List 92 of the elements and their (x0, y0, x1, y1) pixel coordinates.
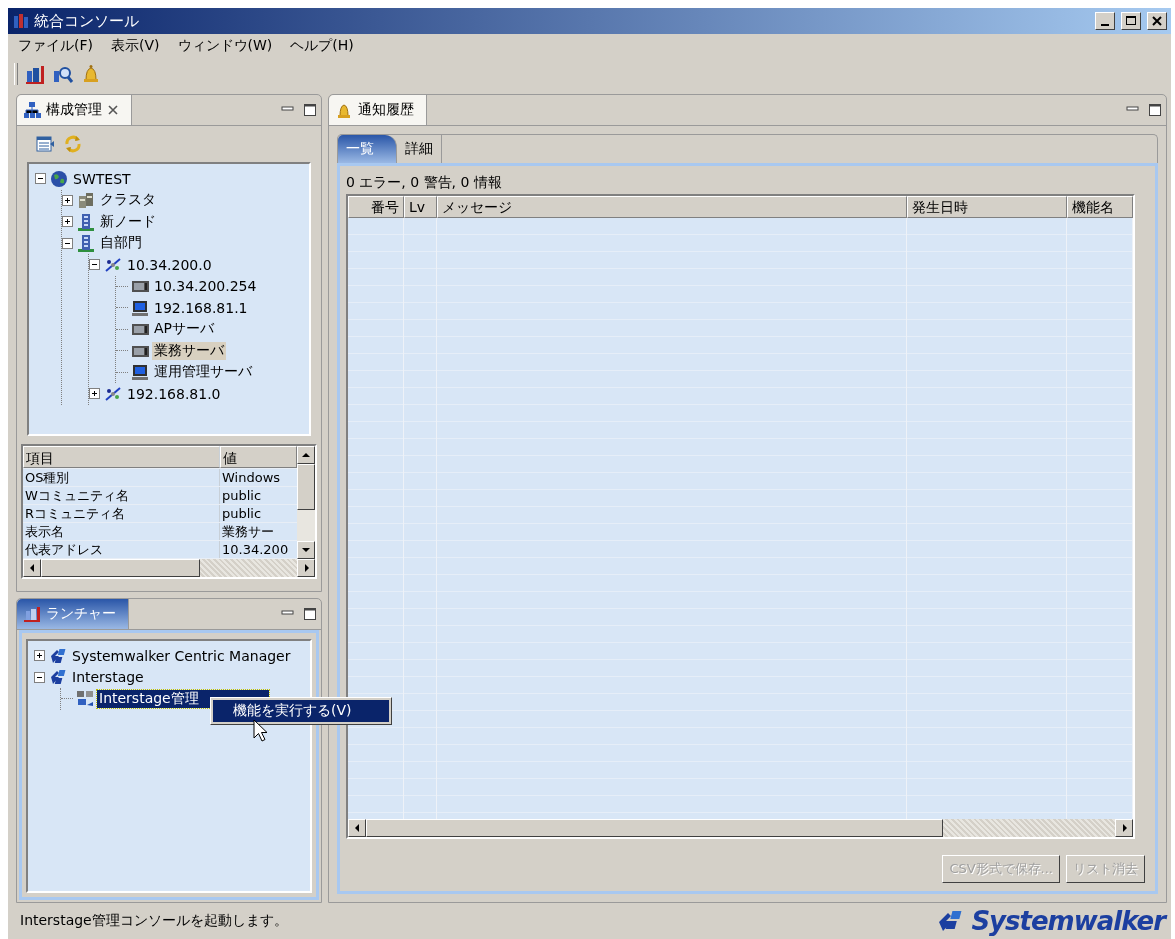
view-tab[interactable]: ランチャー (17, 599, 129, 629)
tab[interactable]: 詳細 (397, 135, 442, 163)
tree-item[interactable]: 自部門 (98, 234, 144, 253)
scrollbar[interactable] (348, 819, 1133, 837)
scroll-left-button[interactable] (23, 559, 41, 577)
network-icon (104, 384, 122, 403)
maximize-button[interactable] (1148, 103, 1162, 117)
cluster-icon (77, 191, 95, 210)
tab-label: ランチャー (46, 605, 116, 623)
scroll-right-button[interactable] (297, 559, 315, 577)
tree-item[interactable]: 10.34.200.254 (152, 278, 259, 295)
scroll-up-button[interactable] (297, 446, 315, 464)
minimize-icon (1101, 24, 1109, 26)
monitor-icon (131, 363, 149, 382)
scrollbar[interactable] (297, 446, 315, 559)
scroll-down-button[interactable] (297, 541, 315, 559)
status-message: Interstage管理コンソールを起動します。 (20, 912, 288, 930)
column-header[interactable]: 発生日時 (907, 196, 1067, 218)
menu-item[interactable]: 表示(V) (111, 37, 160, 55)
expand-toggle[interactable] (34, 650, 45, 662)
table-cell-text: 業務サー (221, 523, 275, 540)
building-icon (77, 212, 95, 231)
column-header[interactable]: Lv (404, 196, 437, 218)
column-header[interactable]: 値 (220, 446, 297, 468)
list-view-icon[interactable] (35, 134, 55, 154)
view-tab[interactable]: 構成管理 (17, 95, 132, 125)
table-cell: OS種別 (23, 469, 220, 486)
column-header[interactable]: 項目 (23, 446, 220, 468)
monitor-icon (131, 298, 149, 317)
expand-toggle[interactable] (89, 259, 100, 271)
tree-item[interactable]: SWTEST (71, 170, 133, 187)
scrollbar-thumb[interactable] (366, 819, 943, 837)
network-icon (104, 255, 122, 274)
hierarchy-icon (23, 101, 41, 119)
menu-item[interactable]: ウィンドウ(W) (177, 37, 273, 55)
maximize-icon (1124, 14, 1138, 28)
column-header[interactable]: 番号 (348, 196, 404, 218)
tree-item[interactable]: 192.168.81.1 (152, 299, 250, 316)
expand-toggle[interactable] (62, 237, 73, 249)
tree-item[interactable]: Systemwalker Centric Manager (70, 647, 293, 664)
maximize-button[interactable] (303, 607, 317, 621)
table-cell: Rコミュニティ名 (23, 505, 220, 522)
close-icon[interactable] (107, 104, 119, 116)
table-cell-text: public (221, 487, 263, 504)
scroll-left-button[interactable] (348, 819, 366, 837)
building-icon (77, 234, 95, 253)
product-logo-icon (49, 668, 67, 687)
menu-item[interactable]: ヘルプ(H) (290, 37, 354, 55)
scrollbar-thumb[interactable] (41, 559, 200, 577)
console-icon (76, 689, 94, 708)
summary-text: 0 エラー, 0 警告, 0 情報 (346, 173, 503, 192)
table-cell-text: public (221, 505, 263, 522)
table-cell: 代表アドレス (23, 541, 220, 558)
table-cell: 表示名 (23, 523, 220, 540)
tree-item[interactable]: クラスタ (98, 191, 158, 210)
scrollbar-thumb[interactable] (297, 464, 315, 511)
menu-item[interactable]: 機能を実行する(V) (213, 700, 389, 722)
globe-icon (50, 169, 68, 188)
expand-toggle[interactable] (62, 194, 73, 206)
expand-toggle[interactable] (35, 173, 46, 185)
expand-toggle[interactable] (34, 671, 45, 683)
minimize-button[interactable] (1095, 12, 1115, 30)
scroll-right-button[interactable] (1115, 819, 1133, 837)
column-header[interactable]: メッセージ (437, 196, 907, 218)
tab-label: 通知履歴 (358, 101, 414, 119)
tree-item[interactable]: Interstage (70, 669, 146, 686)
scrollbar[interactable] (23, 559, 315, 577)
close-button[interactable] (1147, 12, 1167, 30)
table-cell-text: Windows (221, 469, 282, 486)
table-cell-text: 10.34.200 (221, 541, 290, 558)
product-logo-icon (49, 646, 67, 665)
tab-label: 構成管理 (46, 101, 102, 119)
tree-item[interactable]: 192.168.81.0 (125, 385, 223, 402)
view-tab[interactable]: 通知履歴 (329, 95, 427, 125)
maximize-button[interactable] (303, 103, 317, 117)
tree-item[interactable]: 業務サーバ (152, 341, 226, 360)
tab[interactable]: 一覧 (338, 135, 397, 163)
tree-item[interactable]: 10.34.200.0 (125, 256, 214, 273)
launcher-icon (23, 605, 41, 623)
column-header[interactable]: 機能名 (1067, 196, 1133, 218)
app-icon (12, 12, 30, 30)
expand-toggle[interactable] (62, 216, 73, 228)
close-icon (1150, 14, 1164, 28)
tree-item[interactable]: APサーバ (152, 320, 217, 339)
menu-item[interactable]: ファイル(F) (18, 37, 93, 55)
tree-item[interactable]: 運用管理サーバ (152, 363, 254, 382)
expand-toggle[interactable] (89, 388, 100, 400)
logo-text: Systemwalker (971, 906, 1165, 936)
table-cell: Wコミュニティ名 (23, 487, 220, 504)
tree-item[interactable]: 新ノード (98, 212, 158, 231)
window-title: 統合コンソール (34, 11, 139, 31)
topology-icon[interactable] (24, 63, 46, 85)
